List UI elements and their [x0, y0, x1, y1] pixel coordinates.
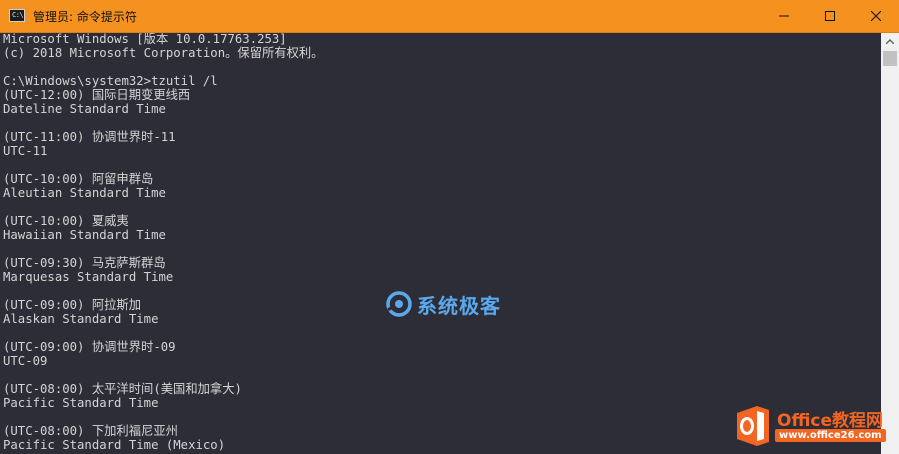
- console-line: Hawaiian Standard Time: [3, 228, 166, 242]
- maximize-button[interactable]: [807, 0, 853, 32]
- window-title: 管理员: 命令提示符: [33, 10, 137, 24]
- console-line: Pacific Standard Time: [3, 396, 159, 410]
- vertical-scrollbar[interactable]: [881, 33, 899, 454]
- console-line: (UTC-08:00) 太平洋时间(美国和加拿大): [3, 382, 242, 396]
- watermark-office-url: www.office26.com: [775, 429, 886, 442]
- console-line: (UTC-11:00) 协调世界时-11: [3, 130, 176, 144]
- office-logo-icon: [737, 406, 769, 446]
- watermark-office-name: Office教程网: [777, 411, 884, 431]
- console-line: (UTC-10:00) 夏威夷: [3, 214, 129, 228]
- close-button[interactable]: [853, 0, 899, 32]
- console-line: (UTC-09:30) 马克萨斯群岛: [3, 256, 166, 270]
- console-line: (UTC-10:00) 阿留申群岛: [3, 172, 154, 186]
- scroll-up-button[interactable]: [881, 33, 899, 50]
- console-output[interactable]: Microsoft Windows [版本 10.0.17763.253] (c…: [0, 33, 881, 454]
- console-line: Marquesas Standard Time: [3, 270, 174, 284]
- minimize-icon: [779, 15, 789, 17]
- console-line: Microsoft Windows [版本 10.0.17763.253]: [3, 33, 287, 46]
- scroll-thumb[interactable]: [883, 51, 897, 66]
- title-bar[interactable]: C:\ 管理员: 命令提示符: [0, 0, 899, 33]
- console-line: Alaskan Standard Time: [3, 312, 159, 326]
- cmd-icon[interactable]: C:\: [9, 9, 25, 22]
- console-line: UTC-11: [3, 144, 48, 158]
- console-line: (UTC-09:00) 阿拉斯加: [3, 298, 142, 312]
- console-line: (c) 2018 Microsoft Corporation。保留所有权利。: [3, 46, 324, 60]
- console-line: C:\Windows\system32>tzutil /l: [3, 74, 218, 88]
- console-line: Pacific Standard Time (Mexico): [3, 438, 226, 452]
- console-line: Dateline Standard Time: [3, 102, 166, 116]
- watermark-system-geek-text: 系统极客: [417, 293, 501, 318]
- console-line: UTC-09: [3, 354, 48, 368]
- watermark-office26: Office教程网 www.office26.com: [733, 404, 899, 450]
- console-line: (UTC-08:00) 下加利福尼亚州: [3, 424, 178, 438]
- console-line: Aleutian Standard Time: [3, 186, 166, 200]
- console-line: (UTC-12:00) 国际日期变更线西: [3, 88, 191, 102]
- system-geek-logo-icon: [386, 291, 412, 317]
- console-line: (UTC-09:00) 协调世界时-09: [3, 340, 176, 354]
- minimize-button[interactable]: [761, 0, 807, 32]
- maximize-icon: [825, 11, 835, 21]
- close-icon: [871, 11, 881, 21]
- chevron-up-icon: [886, 39, 894, 44]
- watermark-system-geek: 系统极客: [385, 288, 501, 320]
- cmd-icon-text: C:\: [12, 11, 24, 19]
